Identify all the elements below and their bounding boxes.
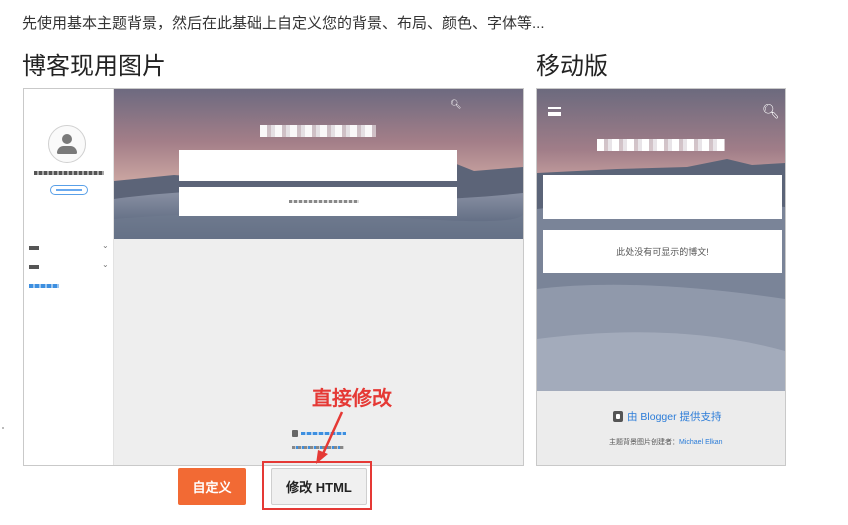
desktop-preview-sidebar: ⌄ ⌄ — [24, 89, 114, 465]
mobile-preview-footer: 由 Blogger 提供支持 主题背景图片创建者：Michael Elkan — [537, 391, 785, 465]
desktop-preview-username — [34, 171, 104, 175]
annotation-arrow-icon — [316, 411, 344, 464]
mobile-preview[interactable]: 🔍︎ 此处没有可显示的博文! 由 Blogger 提供支持 主题背景图片创建者：… — [536, 88, 786, 466]
mobile-preview-powered-by: 由 Blogger 提供支持 — [613, 409, 722, 424]
desktop-preview[interactable]: ⌄ ⌄ 🔍︎ — [23, 88, 524, 466]
desktop-preview-hero: 🔍︎ — [114, 89, 523, 239]
desktop-preview-profile-button — [50, 185, 88, 195]
desktop-heading: 博客现用图片 — [22, 53, 166, 80]
chevron-down-icon: ⌄ — [102, 241, 109, 250]
mobile-preview-blog-title — [597, 139, 725, 151]
edit-html-button[interactable]: 修改 HTML — [271, 468, 367, 505]
desktop-preview-card — [179, 150, 457, 181]
customize-button[interactable]: 自定义 — [178, 468, 246, 505]
intro-text: 先使用基本主题背景，然后在此基础上自定义您的背景、布局、颜色、字体等... — [22, 15, 545, 32]
annotation-label: 直接修改 — [312, 388, 392, 410]
search-icon: 🔍︎ — [450, 99, 462, 109]
mobile-heading: 移动版 — [536, 53, 608, 80]
search-icon: 🔍︎ — [762, 103, 780, 119]
mobile-preview-card — [543, 175, 782, 219]
menu-icon — [548, 107, 561, 116]
blogger-logo-icon — [292, 430, 298, 437]
desktop-preview-nav-item — [29, 246, 39, 250]
mobile-preview-card: 此处没有可显示的博文! — [543, 230, 782, 273]
chevron-down-icon: ⌄ — [102, 260, 109, 269]
mobile-preview-hero: 🔍︎ 此处没有可显示的博文! — [537, 89, 785, 391]
desktop-preview-card — [179, 187, 457, 216]
desktop-preview-nav-item — [29, 265, 39, 269]
desktop-preview-blog-title — [260, 125, 376, 137]
desktop-preview-report-link — [29, 284, 59, 288]
mobile-preview-credit: 主题背景图片创建者：Michael Elkan — [609, 439, 723, 446]
mobile-preview-empty-message: 此处没有可显示的博文! — [616, 247, 709, 257]
avatar-icon — [48, 125, 86, 163]
blogger-logo-icon — [613, 411, 623, 422]
stray-dot — [2, 427, 4, 429]
